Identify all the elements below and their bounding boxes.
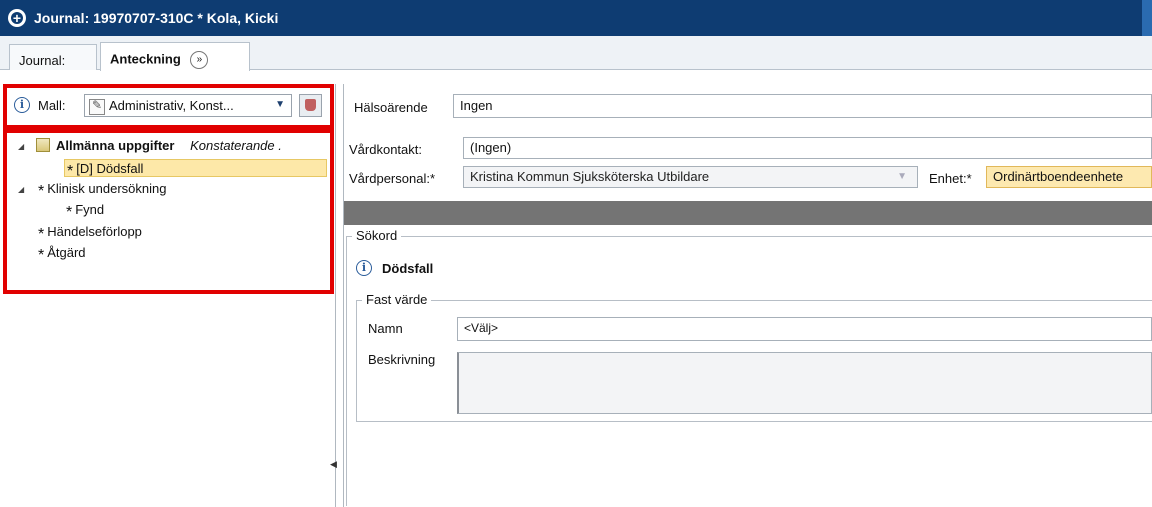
folder-note-icon xyxy=(36,137,50,152)
tree-node-sublabel: Konstaterande . xyxy=(190,138,282,153)
tree-node-dodsfall[interactable]: * [D] Dödsfall xyxy=(64,159,327,180)
vardkontakt-value: (Ingen) xyxy=(470,140,512,155)
window-titlebar: Journal: 19970707-310C * Kola, Kicki xyxy=(0,0,1152,36)
expand-triangle-icon[interactable]: ◢ xyxy=(18,138,24,156)
vardpersonal-select[interactable]: Kristina Kommun Sjuksköterska Utbildare … xyxy=(463,166,918,188)
vardpersonal-value: Kristina Kommun Sjuksköterska Utbildare xyxy=(470,169,710,184)
highlight-box-mall xyxy=(3,84,334,129)
enhet-label: Enhet:* xyxy=(929,171,972,186)
halsoarende-value: Ingen xyxy=(460,98,493,113)
beskrivning-label: Beskrivning xyxy=(368,352,436,367)
pane-divider[interactable] xyxy=(343,84,344,507)
tab-anteckning[interactable]: Anteckning » xyxy=(100,42,250,71)
asterisk-icon: * xyxy=(67,163,74,180)
double-chevron-right-icon[interactable]: » xyxy=(190,51,209,69)
tree-node-fynd[interactable]: * Fynd xyxy=(66,201,105,221)
expand-triangle-icon[interactable]: ◢ xyxy=(18,181,24,199)
vardkontakt-field[interactable]: (Ingen) xyxy=(463,137,1152,159)
tab-journal[interactable]: Journal: xyxy=(9,44,97,70)
namn-value: <Välj> xyxy=(464,321,499,335)
chevron-down-icon: ▼ xyxy=(897,171,907,182)
tree-node-label: Fynd xyxy=(75,202,105,217)
tree-node-handelseforlopp[interactable]: * Händelseförlopp xyxy=(38,223,142,243)
tree-node-label: Allmänna uppgifter xyxy=(56,138,175,153)
vardpersonal-label: Vårdpersonal:* xyxy=(349,171,435,186)
tree-node-label: Åtgärd xyxy=(47,245,86,260)
tree-node-label: Händelseförlopp xyxy=(47,224,142,239)
tree-node-label: [D] Dödsfall xyxy=(76,161,144,176)
enhet-field[interactable]: Ordinärtboendeenhete xyxy=(986,166,1152,188)
vardkontakt-label: Vårdkontakt: xyxy=(349,142,422,157)
sokord-title: Sökord xyxy=(352,228,402,243)
window-title: Journal: 19970707-310C * Kola, Kicki xyxy=(34,10,279,26)
asterisk-icon: * xyxy=(38,226,45,243)
asterisk-icon: * xyxy=(38,247,45,264)
section-divider-bar xyxy=(344,201,1152,225)
tab-anteckning-label: Anteckning xyxy=(110,51,181,67)
halsoarende-field[interactable]: Ingen xyxy=(453,94,1152,118)
tab-journal-label: Journal: xyxy=(19,53,66,68)
namn-select[interactable]: <Välj> xyxy=(457,317,1152,341)
tree-node-atgard[interactable]: * Åtgärd xyxy=(38,244,86,264)
app-logo-icon xyxy=(8,8,26,28)
enhet-value: Ordinärtboendeenhete xyxy=(993,169,1124,184)
beskrivning-textarea[interactable] xyxy=(457,352,1152,414)
asterisk-icon: * xyxy=(38,183,45,200)
fast-varde-title: Fast värde xyxy=(362,292,432,307)
info-icon[interactable]: i xyxy=(356,260,372,276)
asterisk-icon: * xyxy=(66,204,73,221)
titlebar-edge xyxy=(1142,0,1152,36)
halsoarende-label: Hälsoärende xyxy=(354,100,428,115)
namn-label: Namn xyxy=(368,321,403,336)
collapse-left-arrow-icon[interactable]: ◀ xyxy=(330,459,337,470)
sokord-term: Dödsfall xyxy=(382,261,434,276)
tab-strip: Journal: Anteckning » xyxy=(0,36,1152,71)
tree-node-label: Klinisk undersökning xyxy=(47,181,167,196)
